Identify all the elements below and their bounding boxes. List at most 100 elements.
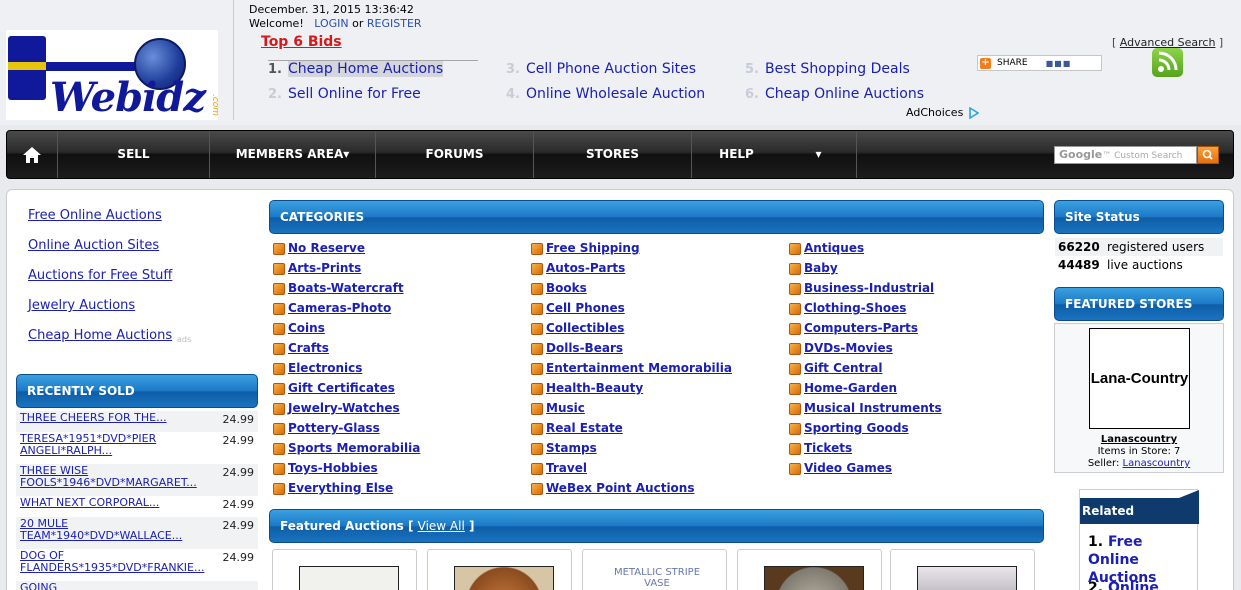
list-item[interactable]: TERESA*1951*DVD*PIER ANGELI*RALPH... 24.9… [16,432,258,464]
bid-number: 1. [268,62,282,77]
top-bid-2[interactable]: 2. Sell Online for Free [268,86,421,102]
category-link[interactable]: WeBex Point Auctions [531,481,694,495]
webidz-logo[interactable]: Webidz .com [6,30,221,121]
help-caret-icon[interactable]: ▾ [781,131,856,178]
featured-store-card: Lana-Country Lanascountry Items in Store… [1054,323,1224,473]
left-link-auctions-free-stuff[interactable]: Auctions for Free Stuff [28,268,172,283]
adchoices-link[interactable]: AdChoices [906,106,979,119]
share-button[interactable]: + SHARE ■■■ [977,55,1102,71]
top-bid-4[interactable]: 4. Online Wholesale Auction [506,86,705,102]
register-link[interactable]: REGISTER [367,17,422,30]
category-link[interactable]: Books [531,281,587,295]
featured-auction-thumb[interactable]: METALLIC STRIPE VASE [582,549,727,590]
item-price: 24.99 [222,413,255,426]
category-link[interactable]: Computers-Parts [789,321,918,335]
top-bid-6[interactable]: 6. Cheap Online Auctions [745,86,924,102]
category-link[interactable]: Baby [789,261,838,275]
category-link[interactable]: Musical Instruments [789,401,942,415]
nav-members-area[interactable]: MEMBERS AREA▾ [209,131,375,178]
category-link[interactable]: Everything Else [273,481,393,495]
list-item[interactable]: WHAT NEXT CORPORAL... 24.99 [16,496,258,517]
category-link[interactable]: Sporting Goods [789,421,909,435]
category-link[interactable]: Music [531,401,585,415]
category-link[interactable]: Travel [531,461,587,475]
featured-auction-thumb[interactable] [737,549,882,590]
top-bid-3[interactable]: 3. Cell Phone Auction Sites [506,61,696,77]
category-link[interactable]: Health-Beauty [531,381,643,395]
featured-auction-thumb[interactable] [427,549,572,590]
category-link[interactable]: Real Estate [531,421,623,435]
list-item[interactable]: GOING [16,581,258,590]
store-name-link[interactable]: Lanascountry [1055,434,1223,445]
nav-sell[interactable]: SELL [57,131,209,178]
category-link[interactable]: Business-Industrial [789,281,934,295]
view-all-link[interactable]: View All [418,519,465,533]
related-searches-header: Related Searches [1080,490,1199,544]
search-placeholder: Custom Search [1114,151,1183,161]
category-link[interactable]: Video Games [789,461,892,475]
category-link[interactable]: Coins [273,321,325,335]
item-title: TERESA*1951*DVD*PIER ANGELI*RALPH... [20,432,157,457]
featured-auction-thumb[interactable] [272,549,417,590]
site-search-input[interactable]: Google™ Custom Search [1054,146,1197,164]
category-link[interactable]: Collectibles [531,321,624,335]
nav-forums[interactable]: FORUMS [375,131,533,178]
category-link[interactable]: Autos-Parts [531,261,625,275]
related-label: Online [1107,580,1159,590]
category-link[interactable]: Pottery-Glass [273,421,380,435]
login-link[interactable]: LOGIN [314,17,348,30]
search-button[interactable] [1197,146,1219,164]
list-item[interactable]: THREE CHEERS FOR THE... 24.99 [16,411,258,432]
seller-link[interactable]: Lanascountry [1123,458,1191,469]
list-item[interactable]: DOG OF FLANDERS*1935*DVD*FRANKIE... 24.99 [16,549,258,581]
category-link[interactable]: Electronics [273,361,362,375]
category-link[interactable]: Gift Certificates [273,381,395,395]
store-logo[interactable]: Lana-Country [1089,328,1190,429]
category-link[interactable]: Gift Central [789,361,882,375]
caret-down-icon: ▾ [343,147,350,161]
top-bid-5[interactable]: 5. Best Shopping Deals [745,61,910,77]
category-link[interactable]: Tickets [789,441,852,455]
left-link-jewelry-auctions[interactable]: Jewelry Auctions [28,298,135,313]
nav-help[interactable]: HELP [691,131,781,178]
category-link[interactable]: Clothing-Shoes [789,301,906,315]
category-link[interactable]: Home-Garden [789,381,897,395]
left-link-online-auction-sites[interactable]: Online Auction Sites [28,238,159,253]
logo-suffix: .com [210,93,221,117]
left-link-cheap-home-auctions[interactable]: Cheap Home Auctions [28,328,172,343]
top-bid-1[interactable]: 1. Cheap Home Auctions [268,61,444,77]
category-link[interactable]: Dolls-Bears [531,341,623,355]
home-button[interactable] [7,131,57,178]
bid-label: Cheap Home Auctions [287,61,444,77]
category-link[interactable]: Free Shipping [531,241,640,255]
site-header: Webidz .com December. 31, 2015 13:36:42 … [0,0,1241,125]
category-link[interactable]: Jewelry-Watches [273,401,400,415]
category-link[interactable]: Stamps [531,441,597,455]
category-link[interactable]: Arts-Prints [273,261,361,275]
category-link[interactable]: Antiques [789,241,864,255]
status-label: registered users [1107,240,1205,254]
category-link[interactable]: Boats-Watercraft [273,281,404,295]
rss-icon[interactable] [1152,48,1183,77]
featured-auctions-header: Featured Auctions [ View All ] [269,509,1044,543]
list-item[interactable]: 20 MULE TEAM*1940*DVD*WALLACE... 24.99 [16,517,258,549]
category-link[interactable]: DVDs-Movies [789,341,893,355]
featured-auction-thumb[interactable] [890,549,1035,590]
category-link[interactable]: Entertainment Memorabilia [531,361,732,375]
nav-stores[interactable]: STORES [533,131,691,178]
category-link[interactable]: Toys-Hobbies [273,461,378,475]
list-item[interactable]: THREE WISE FOOLS*1946*DVD*MARGARET... 24.… [16,464,258,496]
category-link[interactable]: Crafts [273,341,329,355]
category-link[interactable]: Cell Phones [531,301,625,315]
category-link[interactable]: Cameras-Photo [273,301,391,315]
header-divider [233,0,234,120]
featured-auctions-title: Featured Auctions [280,519,404,533]
category-link[interactable]: Sports Memorabilia [273,441,420,455]
welcome-line: Welcome! LOGIN or REGISTER [249,17,422,30]
categories-header: CATEGORIES [269,200,1044,234]
item-price: 24.99 [222,434,255,447]
related-search-item[interactable]: 2. Online [1088,579,1159,590]
category-link[interactable]: No Reserve [273,241,365,255]
top-bids-title[interactable]: Top 6 Bids [261,34,342,50]
left-link-free-online-auctions[interactable]: Free Online Auctions [28,208,162,223]
